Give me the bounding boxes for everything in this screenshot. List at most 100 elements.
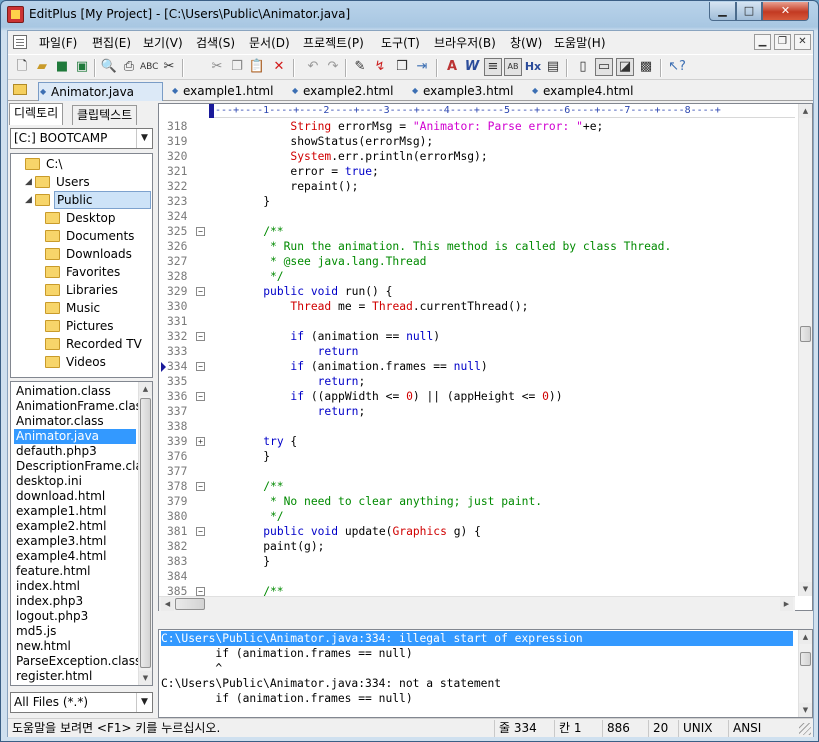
file-list-item[interactable]: example4.html xyxy=(14,549,108,564)
mdi-minimize-button[interactable]: ▁ xyxy=(754,34,771,50)
scroll-up-icon[interactable]: ▲ xyxy=(799,104,812,118)
menu-document[interactable]: 문서(D) xyxy=(249,34,290,51)
cut-icon[interactable]: ✂ xyxy=(208,58,226,76)
menu-edit[interactable]: 편집(E) xyxy=(92,34,131,51)
file-list-item[interactable]: desktop.ini xyxy=(14,474,84,489)
goto-line-icon[interactable]: ⇥ xyxy=(413,58,431,76)
code-line[interactable]: 378− /** xyxy=(159,479,795,494)
code-line[interactable]: 331 xyxy=(159,314,795,329)
expanded-arrow-icon[interactable]: ◢ xyxy=(25,191,32,209)
menu-tools[interactable]: 도구(T) xyxy=(381,34,420,51)
code-line[interactable]: 323 } xyxy=(159,194,795,209)
file-list-item[interactable]: DescriptionFrame.class xyxy=(14,459,152,474)
delete-icon[interactable]: ✕ xyxy=(270,58,288,76)
scroll-down-icon[interactable]: ▼ xyxy=(799,703,812,717)
code-line[interactable]: 332− if (animation == null) xyxy=(159,329,795,344)
save-icon[interactable]: ■ xyxy=(53,58,71,76)
fold-collapse-icon[interactable]: − xyxy=(196,587,205,596)
file-list-item[interactable]: defauth.php3 xyxy=(14,444,99,459)
file-list-item[interactable]: logout.php3 xyxy=(14,609,90,624)
code-line[interactable]: 382 paint(g); xyxy=(159,539,795,554)
tab-example2-html[interactable]: example2.html xyxy=(291,82,406,101)
mdi-close-button[interactable]: ✕ xyxy=(794,34,811,50)
chevron-down-icon[interactable]: ▼ xyxy=(136,693,152,712)
tab-example1-html[interactable]: example1.html xyxy=(171,82,286,101)
print-icon[interactable]: ⎙ xyxy=(120,58,138,76)
file-list-item[interactable]: index.php3 xyxy=(14,594,85,609)
code-line[interactable]: 339 + try { xyxy=(159,434,795,449)
tab-example3-html[interactable]: example3.html xyxy=(411,82,526,101)
find-in-files-icon[interactable]: ❒ xyxy=(393,58,411,76)
file-list-item[interactable]: AnimationFrame.class xyxy=(14,399,150,414)
pane-splitter[interactable] xyxy=(158,611,813,617)
code-line[interactable]: 321 error = true; xyxy=(159,164,795,179)
fold-collapse-icon[interactable]: − xyxy=(196,362,205,371)
file-list-item[interactable]: index.html xyxy=(14,579,82,594)
file-list-item[interactable]: download.html xyxy=(14,489,107,504)
fold-collapse-icon[interactable]: − xyxy=(196,227,205,236)
fold-collapse-icon[interactable]: − xyxy=(196,392,205,401)
output-line[interactable]: if (animation.frames == null) xyxy=(161,691,793,706)
clipboard-icon[interactable]: ▤ xyxy=(544,58,562,76)
copy-icon[interactable]: ❐ xyxy=(228,58,246,76)
fold-collapse-icon[interactable]: − xyxy=(196,527,205,536)
file-list-item[interactable]: sensor.html xyxy=(14,684,88,685)
mdi-restore-button[interactable]: ❐ xyxy=(774,34,791,50)
output-scrollbar[interactable]: ▲ ▼ xyxy=(798,630,812,717)
menu-window[interactable]: 창(W) xyxy=(510,34,542,51)
menu-search[interactable]: 검색(S) xyxy=(196,34,235,51)
redo-icon[interactable]: ↷ xyxy=(324,58,342,76)
code-line[interactable]: 326 * Run the animation. This method is … xyxy=(159,239,795,254)
code-line[interactable]: 325− /** xyxy=(159,224,795,239)
editplus-app-icon[interactable] xyxy=(7,6,24,23)
code-line[interactable]: 385− /** xyxy=(159,584,795,596)
drive-select[interactable]: [C:] BOOTCAMP ▼ xyxy=(10,128,153,149)
scroll-thumb[interactable] xyxy=(800,652,811,666)
document-icon[interactable] xyxy=(13,35,27,49)
menu-file[interactable]: 파일(F) xyxy=(39,34,77,51)
tab-animator-java[interactable]: Animator.java xyxy=(38,82,163,101)
code-line[interactable]: 319 showStatus(errorMsg); xyxy=(159,134,795,149)
tab-directory[interactable]: 디렉토리 xyxy=(9,103,64,125)
line-number-toggle-icon[interactable]: AB xyxy=(504,58,522,76)
view-toggle-icon[interactable]: ▩ xyxy=(637,58,655,76)
cut-toolbar-icon[interactable]: ✂ xyxy=(160,58,178,76)
output-line[interactable]: C:\Users\Public\Animator.java:334: illeg… xyxy=(161,631,793,646)
scroll-thumb[interactable] xyxy=(175,598,205,610)
tab-cliptext[interactable]: 클립텍스트 xyxy=(72,105,138,125)
code-line[interactable]: 322 repaint(); xyxy=(159,179,795,194)
save-all-icon[interactable]: ▣ xyxy=(73,58,91,76)
scroll-right-icon[interactable]: ▶ xyxy=(780,597,793,611)
code-line[interactable]: 377 xyxy=(159,464,795,479)
file-list-item[interactable]: register.html xyxy=(14,669,94,684)
code-line[interactable]: 337 return; xyxy=(159,404,795,419)
open-file-icon[interactable]: ▰ xyxy=(33,58,51,76)
code-line[interactable]: 328 */ xyxy=(159,269,795,284)
title-bar[interactable]: EditPlus [My Project] - [C:\Users\Public… xyxy=(1,1,818,29)
output-window-toggle-icon[interactable]: ◪ xyxy=(616,58,634,76)
code-area[interactable]: 318 String errorMsg = "Animator: Parse e… xyxy=(159,119,795,596)
spell-check-icon[interactable]: ABC xyxy=(140,58,158,76)
font-icon[interactable]: A xyxy=(443,58,461,76)
file-list-item[interactable]: Animation.class xyxy=(14,384,113,399)
file-list-item[interactable]: md5.js xyxy=(14,624,58,639)
file-list-scrollbar[interactable]: ▲ ▼ xyxy=(138,382,152,685)
scroll-down-icon[interactable]: ▼ xyxy=(139,671,152,685)
code-line[interactable]: 380 */ xyxy=(159,509,795,524)
code-editor[interactable]: ----+----1----+----2----+----3----+----4… xyxy=(158,103,813,611)
code-line[interactable]: 336− if ((appWidth <= 0) || (appHeight <… xyxy=(159,389,795,404)
code-line[interactable]: 324 xyxy=(159,209,795,224)
maximize-button[interactable]: □ xyxy=(736,2,762,21)
output-line[interactable]: if (animation.frames == null) xyxy=(161,646,793,661)
output-window[interactable]: if (animation.frames == null) C:\Users\Pu… xyxy=(158,629,813,718)
code-line[interactable]: 330 Thread me = Thread.currentThread(); xyxy=(159,299,795,314)
menu-help[interactable]: 도움말(H) xyxy=(554,34,606,51)
editor-horizontal-scrollbar[interactable]: ◀ ▶ xyxy=(159,596,795,611)
code-line[interactable]: 338 xyxy=(159,419,795,434)
code-line[interactable]: 379 * No need to clear anything; just pa… xyxy=(159,494,795,509)
resize-grip-icon[interactable] xyxy=(799,723,811,735)
scroll-thumb[interactable] xyxy=(800,326,811,342)
tab-example4-html[interactable]: example4.html xyxy=(531,82,646,101)
new-file-icon[interactable]: 🗋 xyxy=(13,58,31,76)
fold-collapse-icon[interactable]: − xyxy=(196,482,205,491)
